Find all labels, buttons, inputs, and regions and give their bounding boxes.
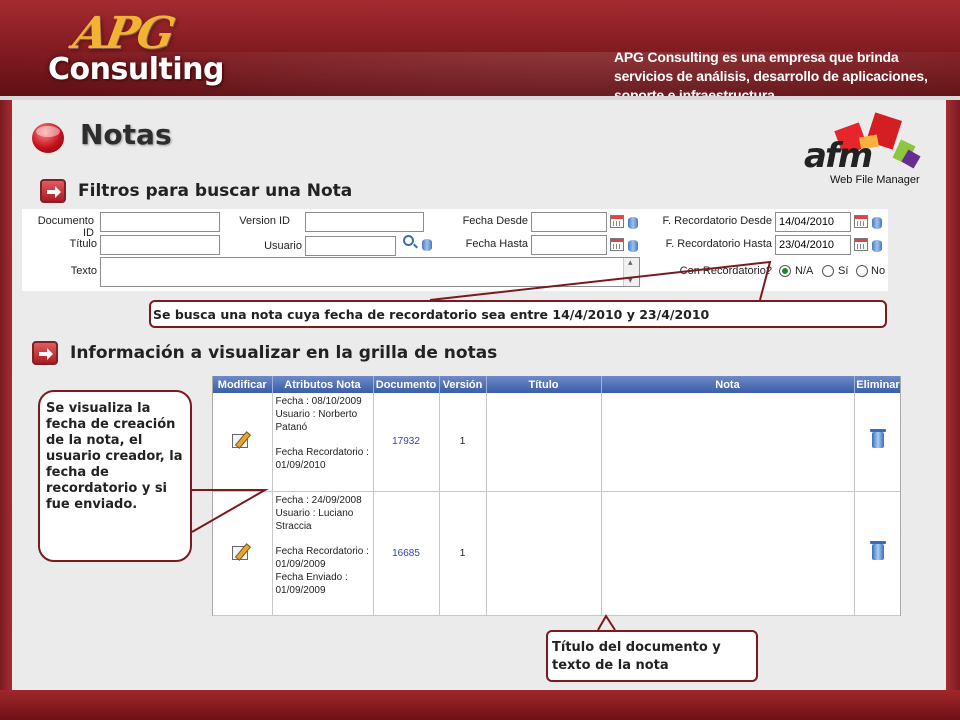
- filter-callout-pointer: [429, 260, 772, 301]
- info-callout-pointer: [191, 489, 269, 533]
- info-callout: Se visualiza la fecha de creación de la …: [38, 390, 192, 562]
- footer-bar: [0, 690, 960, 720]
- callout-connectors: [191, 260, 772, 631]
- note-callout-pointer: [597, 614, 616, 631]
- note-callout: Título del documento y texto de la nota: [546, 630, 758, 682]
- filter-callout: Se busca una nota cuya fecha de recordat…: [149, 300, 887, 328]
